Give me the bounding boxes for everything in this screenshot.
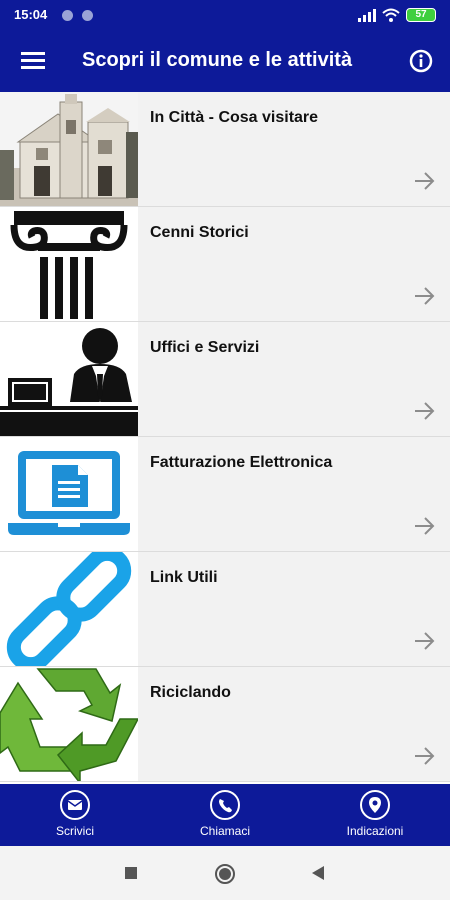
list-item-label: Fatturazione Elettronica [150, 454, 333, 471]
app-bar: Scopri il comune e le attività [0, 30, 450, 92]
phone-icon [210, 790, 240, 820]
list-item-label: Cenni Storici [150, 224, 249, 241]
signal-icon [358, 9, 376, 22]
nav-label: Scrivici [56, 824, 94, 838]
info-icon [409, 49, 433, 73]
list-item-uffici-servizi[interactable]: Uffici e Servizi [0, 322, 450, 437]
arrow-right-icon [415, 632, 435, 650]
list-item-cenni-storici[interactable]: Cenni Storici [0, 207, 450, 322]
nav-chiamaci-button[interactable]: Chiamaci [180, 784, 270, 846]
mail-icon [60, 790, 90, 820]
arrow-right-icon [415, 287, 435, 305]
status-time: 15:04 [14, 7, 48, 22]
nav-indicazioni-button[interactable]: Indicazioni [325, 784, 425, 846]
nav-label: Indicazioni [346, 824, 404, 838]
nav-scrivici-button[interactable]: Scrivici [30, 784, 120, 846]
list-item-label: In Città - Cosa visitare [150, 109, 319, 126]
home-button[interactable] [214, 863, 236, 885]
office-clerk-icon [0, 322, 138, 436]
arrow-right-icon [415, 172, 435, 190]
recycle-icon [0, 667, 138, 781]
list-item-label: Uffici e Servizi [150, 339, 260, 356]
list-item-riciclando[interactable]: Riciclando [0, 667, 450, 782]
hamburger-menu-icon [21, 52, 45, 69]
nav-label: Chiamaci [199, 824, 250, 838]
location-pin-icon [360, 790, 390, 820]
laptop-document-icon [0, 437, 138, 551]
list-item-link-utili[interactable]: Link Utili [0, 552, 450, 667]
recent-apps-button[interactable] [124, 866, 138, 880]
arrow-right-icon [415, 747, 435, 765]
list-item-in-citta[interactable]: In Città - Cosa visitare [0, 92, 450, 207]
list-item-label: Link Utili [150, 569, 218, 586]
info-button[interactable] [408, 48, 434, 74]
menu-button[interactable] [16, 48, 50, 74]
menu-list: In Città - Cosa visitare Cenni Storici U… [0, 92, 450, 782]
arrow-right-icon [415, 517, 435, 535]
battery-level: 57 [415, 9, 427, 20]
wifi-icon [382, 8, 400, 22]
column-icon [0, 207, 138, 321]
church-photo-icon [0, 92, 138, 206]
notification-dot-icon [82, 10, 93, 21]
bottom-nav: Scrivici Chiamaci Indicazioni [0, 784, 450, 846]
page-title: Scopri il comune e le attività [82, 49, 353, 71]
system-nav-bar [0, 846, 450, 900]
list-item-fatturazione-elettronica[interactable]: Fatturazione Elettronica [0, 437, 450, 552]
list-item-label: Riciclando [150, 684, 231, 701]
battery-icon: 57 [406, 8, 436, 22]
notification-dot-icon [62, 10, 73, 21]
arrow-right-icon [415, 402, 435, 420]
back-button[interactable] [310, 865, 326, 881]
chain-link-icon [0, 552, 138, 666]
status-bar: 15:04 57 [0, 0, 450, 30]
